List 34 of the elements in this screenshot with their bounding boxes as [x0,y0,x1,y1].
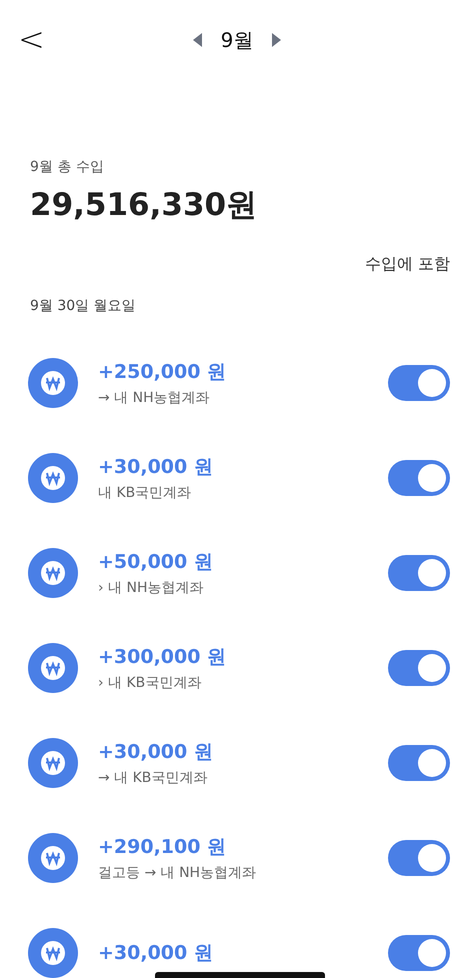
include-toggle[interactable] [388,460,450,496]
transfer-detail: 내 KB국민계좌 [98,484,192,502]
transfer-detail: → 내 KB국민계좌 [98,768,208,786]
include-toggle[interactable] [388,364,450,400]
transfer-detail: → 내 NH농협계좌 [98,388,210,406]
amount: +30,000 원 [98,454,213,480]
transfer-detail: › 내 NH농협계좌 [98,578,204,596]
summary-label: 9월 총 수입 [30,158,105,176]
total-amount: 29,516,330원 [30,186,258,225]
column-header: 수입에 포함 [364,254,450,275]
include-toggle[interactable] [388,744,450,780]
won-coin-icon [28,832,78,882]
won-coin-icon [28,642,78,692]
won-coin-icon [28,358,78,408]
transfer-detail: 걸고등 → 내 NH농협계좌 [98,864,256,882]
amount: +30,000 원 [98,740,213,764]
include-toggle[interactable] [388,554,450,590]
amount: +50,000 원 [98,550,213,574]
include-toggle[interactable] [388,934,450,970]
include-toggle[interactable] [388,840,450,876]
date-heading: 9월 30일 월요일 [30,297,137,315]
won-coin-icon [28,738,78,788]
amount: +30,000 원 [98,940,213,966]
won-coin-icon [28,452,78,502]
won-coin-icon [28,548,78,598]
previous-month-icon[interactable] [192,33,203,47]
amount: +250,000 원 [98,360,226,384]
transfer-detail: › 내 KB국민계좌 [98,674,202,692]
amount: +300,000 원 [98,644,226,670]
month-title: 9월 [220,26,254,54]
back-button[interactable]: < [18,20,45,58]
next-month-icon[interactable] [271,33,282,47]
amount: +290,100 원 [98,834,226,860]
include-toggle[interactable] [388,650,450,686]
